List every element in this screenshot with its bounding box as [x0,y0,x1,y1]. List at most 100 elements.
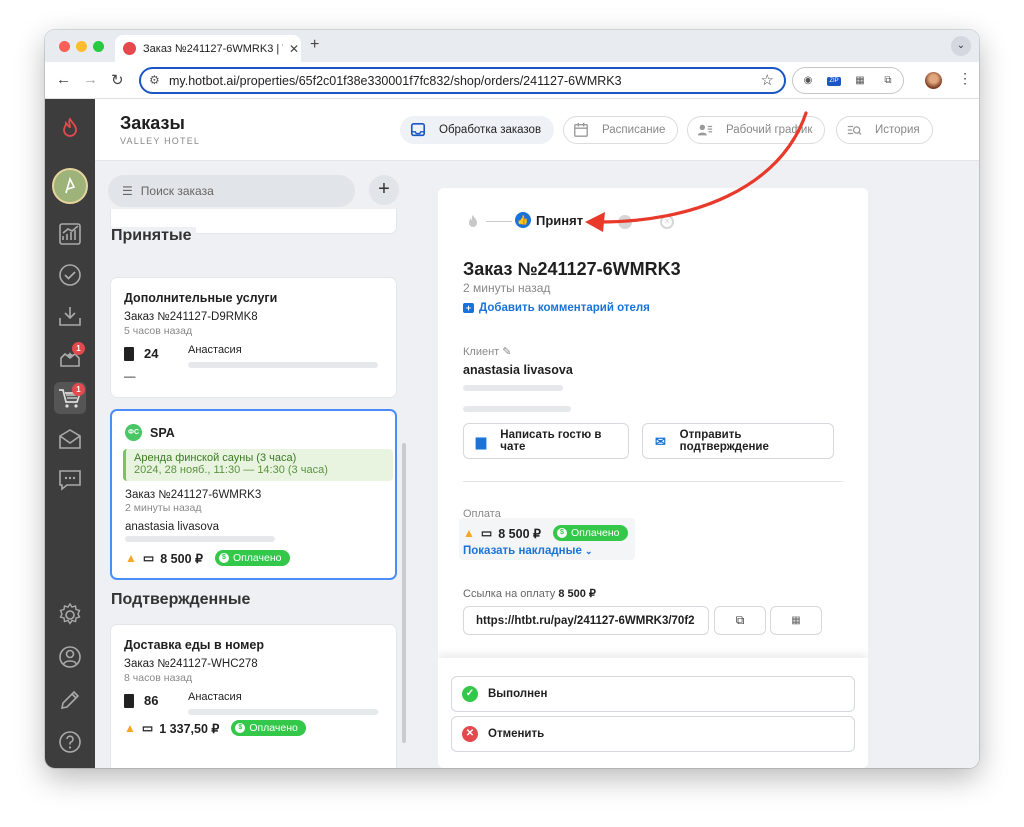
ruble-coin-icon: $ [556,528,567,538]
tab-search-chevron-icon[interactable]: ⌄ [951,36,971,56]
order-time-ago: 8 часов назад [124,672,193,684]
order-card-title: Дополнительные услуги [124,291,278,305]
add-comment-link[interactable]: + Добавить комментарий отеля [463,302,650,314]
property-avatar[interactable] [52,168,88,204]
copy-link-button[interactable]: ⧉ [714,606,766,635]
paid-status-badge: $ Оплачено [214,550,290,566]
tab-work-schedule[interactable]: Рабочий график [687,116,826,144]
hotbot-app: 1 1 Заказы VALLEY HOTEL Обработка заказо… [45,99,979,768]
show-invoices-label: Показать накладные [463,545,582,557]
mail-icon[interactable] [54,423,86,455]
tab-label: История [875,124,920,136]
mark-done-button[interactable]: ✓ Выполнен [451,676,855,712]
app-sidebar: 1 1 [45,99,95,768]
order-card-title: SPA [150,426,175,440]
blurred-contact [188,362,378,368]
send-confirmation-button[interactable]: ✉ Отправить подтверждение [642,423,834,459]
hotbot-logo-icon[interactable] [54,113,86,145]
tab-schedule[interactable]: Расписание [563,116,679,144]
write-guest-chat-button[interactable]: ▆ Написать гостю в чате [463,423,629,459]
edit-pencil-icon[interactable] [54,684,86,716]
service-time: 2024, 28 нояб., 11:30 — 14:30 (3 часа) [134,464,328,476]
close-window-button[interactable] [59,41,70,52]
status-done-icon [618,215,632,229]
order-card-title: Доставка еды в номер [124,638,264,652]
list-scrollbar[interactable] [402,443,406,743]
bookmark-star-icon[interactable]: ☆ [761,71,774,89]
tab-label: Расписание [602,124,666,136]
search-filter-icon: ☰ [122,184,133,198]
order-time-ago: 2 минуты назад [463,281,551,295]
close-tab-icon[interactable]: ✕ [289,42,299,56]
button-label: Выполнен [488,688,548,700]
browser-tab[interactable]: Заказ №241127-6WMRK3 | V ✕ [115,35,301,62]
qr-extension-icon[interactable]: ▦ [853,74,867,88]
address-bar[interactable]: ⚙ my.hotbot.ai/properties/65f2c01f38e330… [139,67,786,94]
orders-list: ☰ Поиск заказа + Принятые Дополнительные… [95,161,407,768]
edit-client-icon[interactable]: ✎ [502,346,511,358]
client-label: Клиент ✎ [463,346,512,358]
order-card-active[interactable]: ФС SPA Аренда финской сауны (3 часа) 202… [110,409,397,580]
maximize-window-button[interactable] [93,41,104,52]
status-step-line [486,221,512,222]
status-label: Принят [536,212,584,228]
order-card[interactable]: Дополнительные услуги Заказ №241127-D9RM… [110,277,397,398]
site-settings-icon[interactable]: ⚙ [149,73,160,87]
add-comment-label: Добавить комментарий отеля [479,302,650,314]
warning-icon: ▲ [124,721,136,735]
service-booking-block: Аренда финской сауны (3 часа) 2024, 28 н… [123,449,393,481]
page-header: Заказы VALLEY HOTEL Обработка заказов Ра… [95,99,979,161]
show-invoices-link[interactable]: Показать накладные ⌄ [463,545,593,557]
wallet-icon: ▭ [141,721,154,735]
profile-icon[interactable] [54,641,86,673]
reviews-stars-icon[interactable]: 1 [54,341,86,373]
order-search-input[interactable]: ☰ Поиск заказа [108,175,355,207]
inbox-download-icon[interactable] [54,300,86,332]
browser-menu-icon[interactable]: ⋮ [958,70,972,87]
cancel-circle-icon: ✕ [462,726,478,742]
paid-status-badge: $ Оплачено [552,525,628,541]
ruble-coin-icon: $ [235,723,246,733]
back-icon[interactable]: ← [56,71,71,88]
shop-cart-icon[interactable]: 1 [54,382,86,414]
wallet-icon: ▭ [480,526,493,540]
warning-icon: ▲ [463,526,475,540]
new-tab-icon[interactable]: + [310,36,319,54]
url-text: my.hotbot.ai/properties/65f2c01f38e33000… [169,73,622,88]
order-title: Заказ №241127-6WMRK3 [463,259,681,279]
settings-gear-icon[interactable] [54,599,86,631]
reload-icon[interactable]: ↻ [111,71,124,89]
tasks-check-icon[interactable] [54,259,86,291]
order-number: Заказ №241127-6WMRK3 [125,489,262,501]
help-icon[interactable] [54,726,86,758]
status-step-line [588,221,618,222]
warning-icon: ▲ [125,551,137,565]
button-label: Написать гостю в чате [500,429,602,453]
add-order-button[interactable]: + [369,175,399,205]
cancel-order-button[interactable]: ✕ Отменить [451,716,855,752]
service-name: Аренда финской сауны (3 часа) [134,452,297,464]
qr-code-button[interactable]: ▦ [770,606,822,635]
hotbot-favicon-icon [123,42,136,55]
order-number: Заказ №241127-D9RMK8 [124,311,258,323]
chat-bubble-icon: ▆ [476,434,486,449]
order-card[interactable]: Доставка еды в номер Заказ №241127-WHC27… [110,624,397,768]
copy-icon: ⧉ [735,613,745,627]
tab-history[interactable]: История [836,116,933,144]
tab-title: Заказ №241127-6WMRK3 | V [143,42,283,55]
chat-icon[interactable] [54,464,86,496]
order-detail-panel: 👍 Принят ✕ Заказ №241127-6WMRK3 2 минуты… [438,188,868,768]
status-step-accepted: 👍 Принят [515,212,583,228]
client-name: Анастасия [188,344,242,356]
tab-order-processing[interactable]: Обработка заказов [400,116,555,144]
browser-window: Заказ №241127-6WMRK3 | V ✕ + ⌄ ← → ↻ ⚙ m… [45,30,979,768]
camera-extension-icon[interactable]: ◉ [801,74,815,88]
analytics-icon[interactable] [54,218,86,250]
puzzle-extensions-icon[interactable]: ⧉ [881,74,895,88]
pay-link-field[interactable]: https://htbt.ru/pay/241127-6WMRK3/70f2 [463,606,709,635]
door-icon [124,346,134,361]
profile-avatar[interactable] [925,72,942,89]
minimize-window-button[interactable] [76,41,87,52]
forward-icon[interactable]: → [83,71,98,88]
zip-extension-icon[interactable]: ZIP [827,77,841,86]
